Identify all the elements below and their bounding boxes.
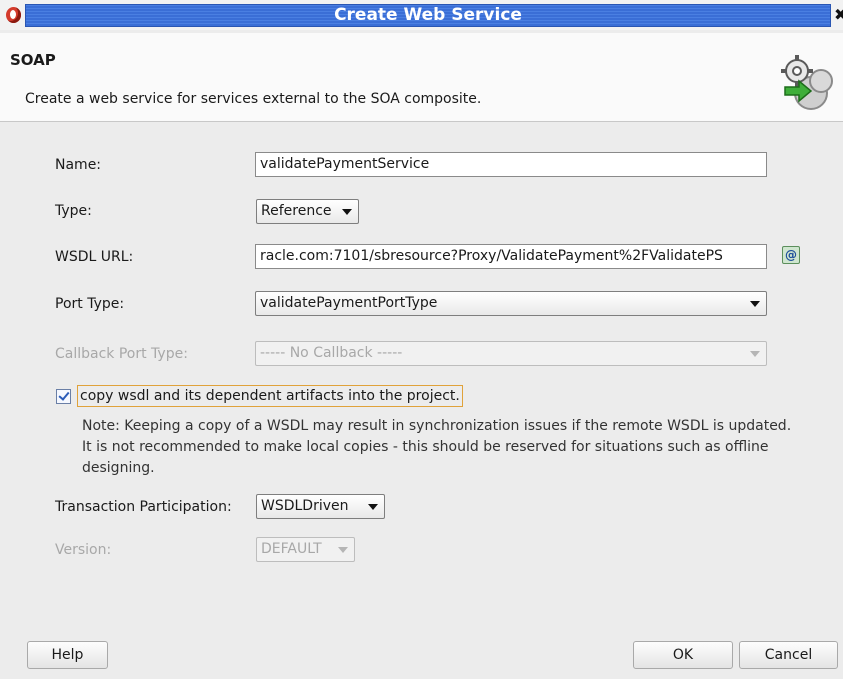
copy-wsdl-label[interactable]: copy wsdl and its dependent artifacts in… <box>77 385 463 407</box>
port-type-value: validatePaymentPortType <box>260 295 438 311</box>
transaction-select[interactable]: WSDLDriven <box>256 494 385 519</box>
type-value: Reference <box>261 203 332 219</box>
port-type-select[interactable]: validatePaymentPortType <box>255 291 767 316</box>
header-description: Create a web service for services extern… <box>25 91 482 107</box>
wsdl-url-label: WSDL URL: <box>55 249 134 265</box>
oracle-logo-icon <box>6 7 21 23</box>
version-select: DEFAULT <box>256 537 355 562</box>
name-input[interactable]: validatePaymentService <box>255 152 767 177</box>
callback-port-type-label: Callback Port Type: <box>55 346 188 362</box>
browse-wsdl-icon[interactable]: @ <box>782 246 800 264</box>
title-bar: Create Web Service ✖ <box>0 0 843 30</box>
cancel-button[interactable]: Cancel <box>739 641 838 669</box>
chevron-down-icon <box>342 209 352 215</box>
window-title: Create Web Service <box>334 5 522 25</box>
version-label: Version: <box>55 542 112 558</box>
close-icon[interactable]: ✖ <box>834 5 843 24</box>
callback-port-type-select: ----- No Callback ----- <box>255 341 767 366</box>
version-value: DEFAULT <box>261 541 322 557</box>
transaction-value: WSDLDriven <box>261 498 349 514</box>
wsdl-url-input[interactable]: racle.com:7101/sbresource?Proxy/Validate… <box>255 244 767 269</box>
port-type-label: Port Type: <box>55 296 125 312</box>
copy-wsdl-checkbox[interactable] <box>56 389 71 404</box>
callback-port-type-value: ----- No Callback ----- <box>260 345 403 361</box>
name-label: Name: <box>55 157 102 173</box>
header-title: SOAP <box>10 51 56 69</box>
help-button[interactable]: Help <box>27 641 108 669</box>
gear-service-icon <box>781 55 833 110</box>
chevron-down-icon <box>338 547 348 553</box>
type-label: Type: <box>55 203 92 219</box>
chevron-down-icon <box>368 504 378 510</box>
chevron-down-icon <box>750 301 760 307</box>
dialog-header: SOAP Create a web service for services e… <box>0 33 843 122</box>
chevron-down-icon <box>750 351 760 357</box>
type-select[interactable]: Reference <box>256 199 359 224</box>
transaction-label: Transaction Participation: <box>55 499 232 515</box>
ok-button[interactable]: OK <box>633 641 733 669</box>
copy-wsdl-note: Note: Keeping a copy of a WSDL may resul… <box>82 418 792 476</box>
